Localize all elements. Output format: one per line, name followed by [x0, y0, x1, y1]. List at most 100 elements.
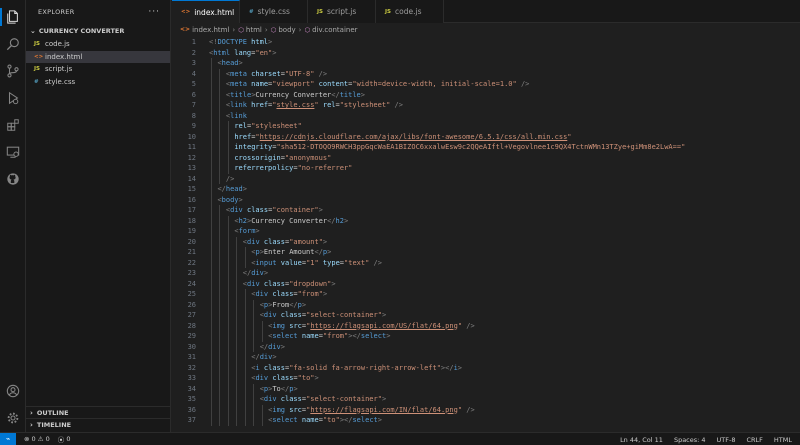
folder-root[interactable]: ⌄ CURRENCY CONVERTER: [26, 24, 170, 38]
timeline-section[interactable]: › TIMELINE: [26, 418, 171, 430]
code-token: name: [297, 416, 319, 424]
tab-script-js[interactable]: JS script.js: [308, 0, 376, 23]
code-token: https://cdnjs.cloudflare.com/ajax/libs/f…: [259, 132, 568, 141]
code-token: rel: [318, 101, 336, 109]
code-editor[interactable]: 1 <!DOCTYPE html> 2 <html lang="en"> 3 <head>…: [172, 36, 800, 432]
code-line[interactable]: 37 <select name="to"></select>: [172, 415, 800, 426]
code-line[interactable]: 22 <input value="1" type="text" />: [172, 258, 800, 269]
code-line[interactable]: 27 <div class="select-container">: [172, 310, 800, 321]
breadcrumb-item[interactable]: index.html: [192, 26, 229, 34]
code-line[interactable]: 3 <head>: [172, 58, 800, 69]
code-line[interactable]: 5 <meta name="viewport" content="width=de…: [172, 79, 800, 90]
file-item-index-html[interactable]: <> index.html: [26, 50, 170, 63]
code-token: ></: [348, 332, 361, 340]
code-line[interactable]: 6 <title>Currency Converter</title>: [172, 90, 800, 101]
run-debug-icon[interactable]: [0, 85, 26, 111]
code-line[interactable]: 14 />: [172, 174, 800, 185]
code-line[interactable]: 1 <!DOCTYPE html>: [172, 37, 800, 48]
code-line[interactable]: 7 <link href="style.css" rel="stylesheet"…: [172, 100, 800, 111]
code-line[interactable]: 31 </div>: [172, 352, 800, 363]
code-token: div: [230, 206, 243, 214]
code-token: img: [272, 405, 286, 414]
outline-section[interactable]: › OUTLINE: [26, 406, 171, 418]
code-line[interactable]: 34 <p>To</p>: [172, 384, 800, 395]
code-line[interactable]: 15 </head>: [172, 184, 800, 195]
code-line[interactable]: 23 </div>: [172, 268, 800, 279]
indent-guide: [244, 289, 246, 426]
code-line[interactable]: 32 <i class="fa-solid fa-arrow-right-arro…: [172, 363, 800, 374]
code-token: "sha512-DTOQO9RWCH3ppGqcWaEA1BIZOC6xxalw…: [276, 143, 686, 151]
code-line[interactable]: 9 rel="stylesheet": [172, 121, 800, 132]
code-token: >: [343, 216, 349, 225]
code-text: <link href="style.css" rel="stylesheet" …: [226, 100, 403, 111]
code-line[interactable]: 21 <p>Enter Amount</p>: [172, 247, 800, 258]
tab-style-css[interactable]: # style.css: [240, 0, 308, 23]
code-line[interactable]: 11 integrity="sha512-DTOQO9RWCH3ppGqcWaEA…: [172, 142, 800, 153]
code-text: <img src="https://flagsapi.com/US/flat/6…: [268, 321, 475, 332]
breadcrumb: <> index.html › ⬡ html › ⬡ body › ⬡ div.…: [172, 23, 358, 36]
github-icon[interactable]: [0, 166, 26, 192]
code-line[interactable]: 30 </div>: [172, 342, 800, 353]
line-number: 6: [191, 90, 196, 99]
breadcrumb-item[interactable]: body: [278, 26, 295, 34]
file-item-style-css[interactable]: # style.css: [26, 76, 170, 89]
remote-explorer-icon[interactable]: [0, 139, 26, 165]
indentation[interactable]: Spaces: 4: [674, 436, 706, 444]
code-text: <img src="https://flagsapi.com/IN/flat/6…: [268, 405, 475, 416]
extensions-icon[interactable]: [0, 112, 26, 138]
ports-indicator[interactable]: ⦿ 0: [58, 434, 71, 444]
settings-gear-icon[interactable]: [0, 405, 26, 431]
code-text: <title>Currency Converter</title>: [226, 90, 365, 101]
cursor-position[interactable]: Ln 44, Col 11: [620, 436, 663, 444]
code-line[interactable]: 17 <div class="container">: [172, 205, 800, 216]
code-line[interactable]: 2 <html lang="en">: [172, 48, 800, 59]
code-line[interactable]: 13 referrerpolicy="no-referrer": [172, 163, 800, 174]
code-line[interactable]: 10 href="https://cdnjs.cloudflare.com/aja…: [172, 132, 800, 143]
code-line[interactable]: 16 <body>: [172, 195, 800, 206]
end-of-line[interactable]: CRLF: [746, 436, 762, 444]
breadcrumb-item[interactable]: div.container: [312, 26, 357, 34]
breadcrumb-item[interactable]: html: [246, 26, 262, 34]
code-line[interactable]: 18 <h2>Currency Converter</h2>: [172, 216, 800, 227]
code-token: >: [386, 332, 391, 340]
code-line[interactable]: 29 <select name="from"></select>: [172, 331, 800, 342]
code-line[interactable]: 19 <form>: [172, 226, 800, 237]
encoding[interactable]: UTF-8: [717, 436, 736, 444]
language-mode[interactable]: HTML: [774, 436, 792, 444]
code-token: lang: [230, 48, 252, 57]
code-line[interactable]: 25 <div class="from">: [172, 289, 800, 300]
line-number: 21: [187, 248, 196, 256]
code-text: <div class="select-container">: [260, 310, 386, 321]
remote-indicator-icon[interactable]: ⌁: [0, 432, 16, 445]
js-file-icon: JS: [34, 41, 41, 48]
code-line[interactable]: 26 <p>From</p>: [172, 300, 800, 311]
code-text: <!DOCTYPE html>: [209, 37, 272, 48]
code-line[interactable]: 35 <div class="select-container">: [172, 394, 800, 405]
file-item-script-js[interactable]: JS script.js: [26, 63, 170, 76]
code-line[interactable]: 8 <link: [172, 111, 800, 122]
code-line[interactable]: 24 <div class="dropdown">: [172, 279, 800, 290]
tab-code-js[interactable]: JS code.js: [376, 0, 444, 23]
explorer-sidebar: EXPLORER ··· ⌄ CURRENCY CONVERTER JS cod…: [26, 0, 171, 432]
code-line[interactable]: 4 <meta charset="UTF-8" />: [172, 69, 800, 80]
code-line[interactable]: 33 <div class="to">: [172, 373, 800, 384]
code-line[interactable]: 20 <div class="amount">: [172, 237, 800, 248]
account-icon[interactable]: [0, 378, 26, 404]
error-icon: ⊗: [24, 435, 32, 443]
problems-indicator[interactable]: ⊗ 0 ⚠ 0: [24, 435, 50, 443]
code-line[interactable]: 28 <img src="https://flagsapi.com/US/flat…: [172, 321, 800, 332]
search-icon[interactable]: [0, 31, 26, 57]
code-line[interactable]: 36 <img src="https://flagsapi.com/IN/flat…: [172, 405, 800, 416]
html-file-icon: <>: [180, 26, 191, 33]
file-item-code-js[interactable]: JS code.js: [26, 38, 170, 51]
tab-index-html[interactable]: <> index.html ×: [172, 0, 249, 23]
code-line[interactable]: 12 crossorigin="anonymous": [172, 153, 800, 164]
warning-count: 0: [45, 435, 50, 443]
code-token: div: [263, 395, 277, 403]
explorer-icon[interactable]: [0, 4, 26, 30]
code-token: >: [360, 90, 365, 99]
more-actions-icon[interactable]: ···: [148, 7, 160, 17]
source-control-icon[interactable]: [0, 58, 26, 84]
code-token: select: [352, 416, 378, 424]
code-token: >: [381, 311, 387, 319]
